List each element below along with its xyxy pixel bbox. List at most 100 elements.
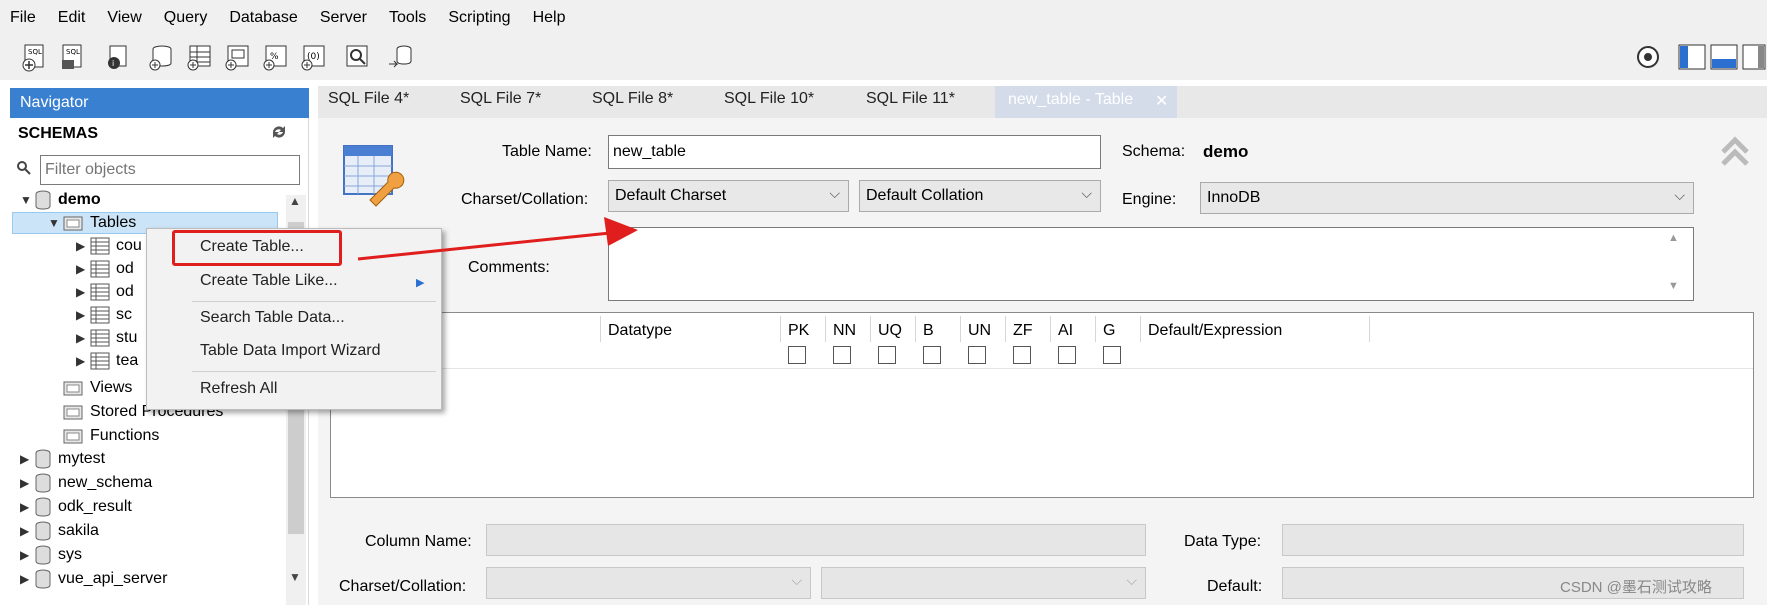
scroll-up-icon[interactable]: ▲ — [289, 194, 301, 208]
tab-sql-file-8[interactable]: SQL File 8* — [592, 90, 673, 108]
tree-item-tables[interactable]: ▼ Tables — [48, 212, 136, 234]
filter-objects-input[interactable] — [40, 155, 300, 185]
header-b: B — [923, 322, 934, 339]
new-sql-tab-icon[interactable]: SQL — [20, 42, 50, 72]
table-label: sc — [116, 306, 132, 323]
tree-item-table[interactable]: ▶ stu — [76, 327, 137, 349]
inspector-icon[interactable]: i — [102, 42, 132, 72]
header-pk: PK — [788, 322, 810, 339]
menu-database[interactable]: Database — [229, 9, 298, 27]
create-table-icon[interactable] — [184, 42, 214, 72]
menu-tools[interactable]: Tools — [389, 9, 426, 27]
scroll-down-icon[interactable]: ▼ — [1668, 280, 1679, 292]
tree-item-table[interactable]: ▶ sc — [76, 304, 132, 326]
refresh-schemas-icon[interactable] — [270, 124, 288, 140]
grid-separator — [825, 316, 826, 342]
database-icon — [35, 190, 51, 210]
create-procedure-icon[interactable]: % — [260, 42, 290, 72]
toggle-sidebar-icon[interactable] — [1678, 44, 1706, 70]
tab-sql-file-10[interactable]: SQL File 10* — [724, 90, 814, 108]
schema-demo[interactable]: ▼ demo — [20, 189, 101, 211]
comments-textarea[interactable] — [608, 227, 1694, 301]
svg-text:SQL: SQL — [66, 48, 80, 56]
menu-edit[interactable]: Edit — [58, 9, 86, 27]
schemas-label: SCHEMAS — [18, 125, 99, 142]
open-sql-file-icon[interactable]: SQL — [58, 42, 88, 72]
table-label: tea — [116, 352, 139, 369]
database-icon — [35, 521, 51, 541]
collation-select[interactable]: Default Collation ⌵ — [859, 180, 1101, 212]
nn-checkbox[interactable] — [833, 346, 851, 364]
table-name-input[interactable] — [608, 135, 1101, 169]
create-view-icon[interactable] — [222, 42, 252, 72]
charset-collation-label: Charset/Collation: — [461, 191, 589, 208]
engine-value: InnoDB — [1207, 189, 1261, 206]
tree-item-table[interactable]: ▶ od — [76, 258, 134, 280]
folder-icon — [63, 381, 83, 396]
chevron-down-icon: ⌵ — [829, 185, 840, 201]
menu-item-refresh-all[interactable]: Refresh All — [200, 380, 277, 398]
menu-item-search-table-data[interactable]: Search Table Data... — [200, 309, 345, 327]
chevron-down-icon: ⌵ — [791, 572, 802, 588]
schema-item[interactable]: ▶ new_schema — [20, 472, 152, 494]
menu-view[interactable]: View — [107, 9, 141, 27]
toggle-secondary-sidebar-icon[interactable] — [1742, 44, 1766, 70]
tree-item-views[interactable]: Views — [62, 377, 132, 399]
folder-icon — [63, 429, 83, 444]
grid-separator — [1369, 316, 1370, 342]
menu-scripting[interactable]: Scripting — [448, 9, 510, 27]
create-function-icon[interactable]: (0) — [298, 42, 328, 72]
reconnect-icon[interactable] — [386, 42, 416, 72]
un-checkbox[interactable] — [968, 346, 986, 364]
create-schema-icon[interactable] — [146, 42, 176, 72]
tab-sql-file-4[interactable]: SQL File 4* — [328, 90, 409, 108]
tab-sql-file-11[interactable]: SQL File 11* — [866, 90, 955, 108]
menu-item-import-wizard[interactable]: Table Data Import Wizard — [200, 342, 381, 360]
schema-item[interactable]: ▶ sys — [20, 544, 82, 566]
menu-file[interactable]: File — [10, 9, 36, 27]
table-label: od — [116, 283, 134, 300]
table-icon — [90, 237, 110, 255]
menu-help[interactable]: Help — [533, 9, 566, 27]
collapse-icon[interactable]: ▼ — [48, 216, 62, 230]
ai-checkbox[interactable] — [1058, 346, 1076, 364]
b-checkbox[interactable] — [923, 346, 941, 364]
tab-sql-file-7[interactable]: SQL File 7* — [460, 90, 541, 108]
schema-item[interactable]: ▶ mytest — [20, 448, 105, 470]
engine-select[interactable]: InnoDB ⌵ — [1200, 182, 1694, 214]
preferences-icon[interactable] — [1635, 44, 1661, 70]
tree-item-table[interactable]: ▶ cou — [76, 235, 142, 257]
toggle-output-icon[interactable] — [1710, 44, 1738, 70]
tree-item-table[interactable]: ▶ tea — [76, 350, 138, 372]
chevron-down-icon: ⌵ — [1081, 185, 1092, 201]
data-type-label: Data Type: — [1184, 533, 1262, 550]
close-icon[interactable]: ✕ — [1155, 91, 1168, 111]
uq-checkbox[interactable] — [878, 346, 896, 364]
data-type-input — [1282, 524, 1744, 556]
zf-checkbox[interactable] — [1013, 346, 1031, 364]
collapse-icon[interactable]: ▼ — [20, 193, 34, 207]
tree-item-table[interactable]: ▶ od — [76, 281, 134, 303]
menu-bar: File Edit View Query Database Server Too… — [0, 0, 1767, 36]
chevron-down-icon: ⌵ — [1126, 572, 1137, 588]
menu-query[interactable]: Query — [164, 9, 208, 27]
table-wrench-icon — [343, 145, 405, 207]
menu-item-create-table-like[interactable]: Create Table Like... — [200, 272, 338, 290]
submenu-arrow-icon: ▶ — [416, 277, 425, 289]
schema-item[interactable]: ▶ vue_api_server — [20, 568, 167, 590]
column-charset-label: Charset/Collation: — [339, 578, 467, 595]
schema-item[interactable]: ▶ odk_result — [20, 496, 132, 518]
collapse-up-icon[interactable] — [1718, 134, 1752, 168]
schema-item[interactable]: ▶ sakila — [20, 520, 99, 542]
schema-demo-label: demo — [58, 191, 101, 208]
g-checkbox[interactable] — [1103, 346, 1121, 364]
scroll-down-icon[interactable]: ▼ — [289, 570, 301, 584]
menu-server[interactable]: Server — [320, 9, 367, 27]
menu-separator — [192, 371, 436, 372]
search-table-data-icon[interactable] — [342, 42, 372, 72]
columns-grid[interactable] — [330, 312, 1754, 498]
pk-checkbox[interactable] — [788, 346, 806, 364]
scroll-up-icon[interactable]: ▲ — [1668, 232, 1679, 244]
charset-select[interactable]: Default Charset ⌵ — [608, 180, 849, 212]
tree-item-functions[interactable]: Functions — [62, 425, 159, 447]
